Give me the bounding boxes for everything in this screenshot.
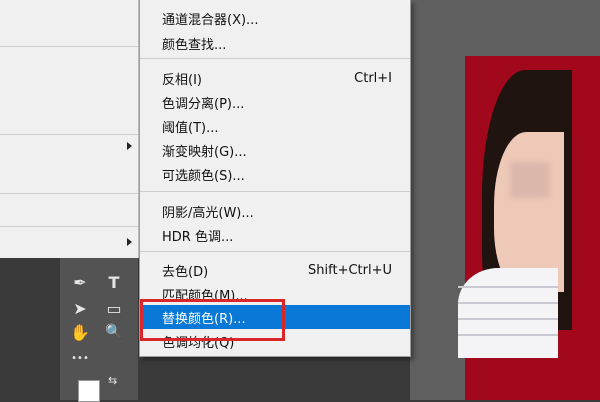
menu-item-label: 反相(I) bbox=[162, 72, 202, 88]
menu-item-label: 渐变映射(G)... bbox=[162, 144, 247, 160]
menu-separator bbox=[0, 226, 138, 227]
menu-item-channel-mixer[interactable]: 通道混合器(X)... bbox=[140, 6, 410, 30]
menu-item-shortcut: Ctrl+I bbox=[354, 70, 392, 86]
menu-item-gradient-map[interactable]: 渐变映射(G)... bbox=[140, 138, 410, 162]
menu-separator bbox=[140, 191, 410, 192]
menu-item-label: 阴影/高光(W)... bbox=[162, 205, 254, 221]
menu-item-label: 通道混合器(X)... bbox=[162, 12, 259, 28]
menu-item-selective-color[interactable]: 可选颜色(S)... bbox=[140, 162, 410, 186]
menu-item-shortcut: Shift+Ctrl+U bbox=[308, 262, 392, 278]
menu-item-invert[interactable]: 反相(I) Ctrl+I bbox=[140, 66, 410, 90]
swap-colors-icon[interactable]: ⇆ bbox=[108, 374, 117, 387]
document-canvas[interactable] bbox=[410, 0, 600, 400]
menu-item-label: 可选颜色(S)... bbox=[162, 168, 245, 184]
pen-tool-icon[interactable]: ✒ bbox=[66, 270, 94, 294]
zoom-tool-icon[interactable]: 🔍 bbox=[100, 320, 128, 344]
menu-item-label: 色调分离(P)... bbox=[162, 96, 245, 112]
menu-item-label: 去色(D) bbox=[162, 264, 209, 280]
hand-tool-icon[interactable]: ✋ bbox=[66, 320, 94, 344]
highlight-callout-box bbox=[140, 299, 285, 341]
menu-item-hdr-toning[interactable]: HDR 色调... bbox=[140, 223, 410, 247]
submenu-arrow-icon[interactable] bbox=[127, 142, 132, 150]
menu-separator bbox=[0, 134, 138, 135]
submenu-arrow-icon[interactable] bbox=[127, 238, 132, 246]
more-tools-icon[interactable]: ••• bbox=[66, 346, 94, 370]
foreground-color-swatch[interactable] bbox=[78, 380, 100, 402]
menu-separator bbox=[0, 46, 138, 47]
type-tool-icon[interactable]: T bbox=[100, 270, 128, 294]
menu-separator bbox=[140, 251, 410, 252]
menu-item-shadows-highlights[interactable]: 阴影/高光(W)... bbox=[140, 199, 410, 223]
menu-separator bbox=[140, 58, 410, 59]
menu-separator bbox=[0, 193, 138, 194]
parent-menu bbox=[0, 0, 139, 258]
menu-item-label: 颜色查找... bbox=[162, 37, 227, 53]
rectangle-tool-icon[interactable]: ▭ bbox=[100, 296, 128, 320]
menu-item-label: 阈值(T)... bbox=[162, 120, 219, 136]
photo-blurred-eyes bbox=[510, 162, 550, 198]
menu-item-posterize[interactable]: 色调分离(P)... bbox=[140, 90, 410, 114]
menu-item-threshold[interactable]: 阈值(T)... bbox=[140, 114, 410, 138]
menu-item-color-lookup[interactable]: 颜色查找... bbox=[140, 31, 410, 55]
menu-item-desaturate[interactable]: 去色(D) Shift+Ctrl+U bbox=[140, 258, 410, 282]
path-selection-icon[interactable]: ➤ bbox=[66, 296, 94, 320]
photo-shirt bbox=[458, 268, 558, 358]
tools-panel: ✒ T ➤ ▭ ✋ 🔍 ••• ⇆ bbox=[60, 258, 138, 402]
menu-item-label: HDR 色调... bbox=[162, 229, 234, 245]
